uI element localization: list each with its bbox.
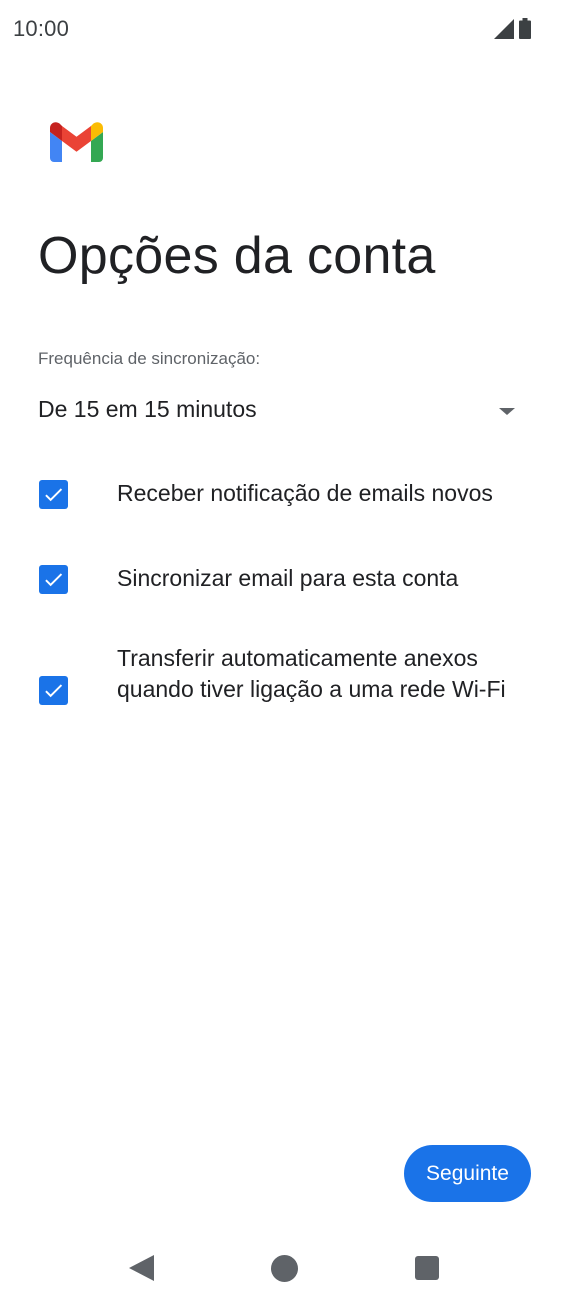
auto-download-checkbox[interactable] bbox=[39, 676, 68, 705]
sync-frequency-label: Frequência de sincronização: bbox=[38, 349, 261, 368]
sync-frequency-dropdown[interactable]: De 15 em 15 minutos bbox=[38, 390, 532, 434]
option-sync-email[interactable]: Sincronizar email para esta conta bbox=[0, 563, 569, 597]
status-time: 10:00 bbox=[13, 16, 70, 41]
page-title: Opções da conta bbox=[38, 227, 436, 285]
battery-icon bbox=[519, 18, 531, 39]
dropdown-arrow-icon bbox=[499, 408, 515, 415]
notify-checkbox[interactable] bbox=[39, 480, 68, 509]
home-icon[interactable] bbox=[271, 1255, 298, 1282]
status-icons bbox=[494, 18, 531, 39]
auto-download-label: Transferir automaticamente anexos quando… bbox=[117, 645, 506, 702]
sync-email-label: Sincronizar email para esta conta bbox=[117, 565, 459, 591]
checkmark-icon bbox=[45, 684, 63, 698]
signal-icon bbox=[494, 19, 514, 39]
navigation-bar bbox=[0, 1230, 569, 1306]
checkmark-icon bbox=[45, 488, 63, 502]
checkmark-icon bbox=[45, 573, 63, 587]
next-button[interactable]: Seguinte bbox=[404, 1145, 531, 1202]
option-auto-download-attachments[interactable]: Transferir automaticamente anexos quando… bbox=[0, 643, 569, 739]
status-bar: 10:00 bbox=[0, 0, 569, 58]
sync-email-checkbox[interactable] bbox=[39, 565, 68, 594]
sync-frequency-value: De 15 em 15 minutos bbox=[38, 396, 257, 422]
gmail-logo bbox=[50, 122, 103, 162]
notify-label: Receber notificação de emails novos bbox=[117, 480, 493, 506]
option-notify-new-emails[interactable]: Receber notificação de emails novos bbox=[0, 478, 569, 512]
back-icon[interactable] bbox=[129, 1255, 154, 1281]
recents-icon[interactable] bbox=[415, 1256, 439, 1280]
